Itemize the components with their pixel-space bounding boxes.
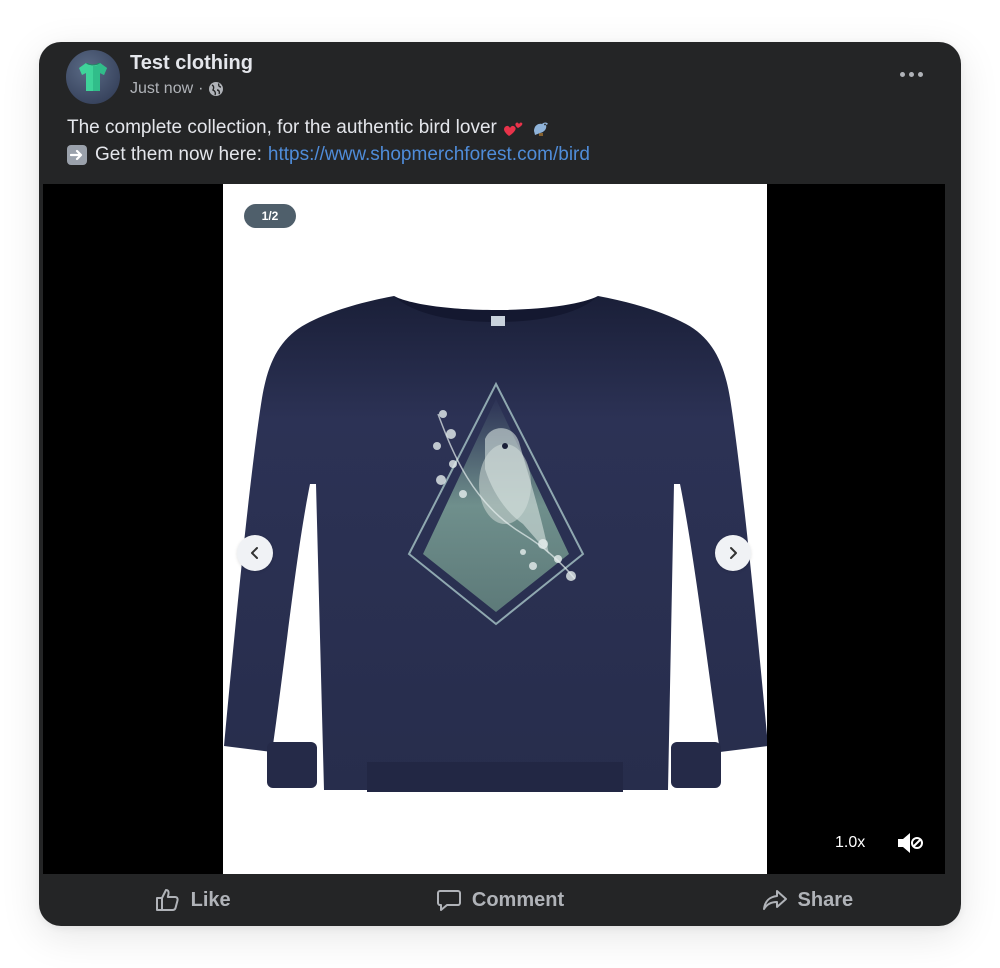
- post-header: Test clothing Just now ·: [39, 42, 961, 112]
- comment-icon: [436, 890, 461, 911]
- page-name[interactable]: Test clothing: [130, 52, 253, 75]
- chevron-left-icon: [251, 547, 258, 559]
- carousel-slide[interactable]: 1/2: [223, 184, 767, 874]
- chevron-right-icon: [730, 547, 737, 559]
- post-caption: The complete collection, for the authent…: [67, 117, 497, 138]
- more-horizontal-icon: [899, 71, 905, 77]
- timestamp[interactable]: Just now: [130, 80, 193, 98]
- media-viewer: 1/2 1.0x: [43, 184, 945, 874]
- mute-button[interactable]: [895, 828, 925, 858]
- comment-button[interactable]: Comment: [346, 874, 653, 926]
- bird-emoji: [531, 119, 551, 137]
- post-actions: Like Comment Share: [39, 874, 961, 926]
- thumbs-up-icon: [155, 889, 179, 911]
- post-card: Test clothing Just now · The complete co…: [39, 42, 961, 926]
- playback-speed-button[interactable]: 1.0x: [835, 834, 865, 852]
- like-button[interactable]: Like: [39, 874, 346, 926]
- shop-link[interactable]: https://www.shopmerchforest.com/bird: [268, 141, 590, 168]
- volume-muted-icon: [898, 833, 923, 853]
- page-avatar[interactable]: [66, 50, 120, 104]
- share-button[interactable]: Share: [654, 874, 961, 926]
- call-to-action-text: Get them now here:: [95, 144, 262, 165]
- post-text-line-1: The complete collection, for the authent…: [67, 114, 933, 141]
- carousel-counter: 1/2: [244, 204, 296, 228]
- post-text: The complete collection, for the authent…: [67, 114, 933, 168]
- globe-icon[interactable]: [208, 81, 224, 97]
- right-arrow-emoji: [67, 144, 87, 165]
- post-meta: Just now ·: [130, 80, 224, 98]
- post-text-line-2: Get them now here: https://www.shopmerch…: [67, 141, 933, 168]
- carousel-prev-button[interactable]: [237, 535, 273, 571]
- tshirt-icon: [79, 63, 107, 91]
- share-label: Share: [797, 888, 854, 911]
- like-label: Like: [190, 888, 231, 911]
- meta-separator: ·: [198, 80, 204, 97]
- two-hearts-emoji: [503, 118, 525, 138]
- product-image-sweatshirt: [224, 296, 767, 792]
- carousel-next-button[interactable]: [715, 535, 751, 571]
- more-options-button[interactable]: [891, 60, 931, 88]
- comment-label: Comment: [471, 888, 565, 911]
- share-arrow-icon: [762, 890, 787, 910]
